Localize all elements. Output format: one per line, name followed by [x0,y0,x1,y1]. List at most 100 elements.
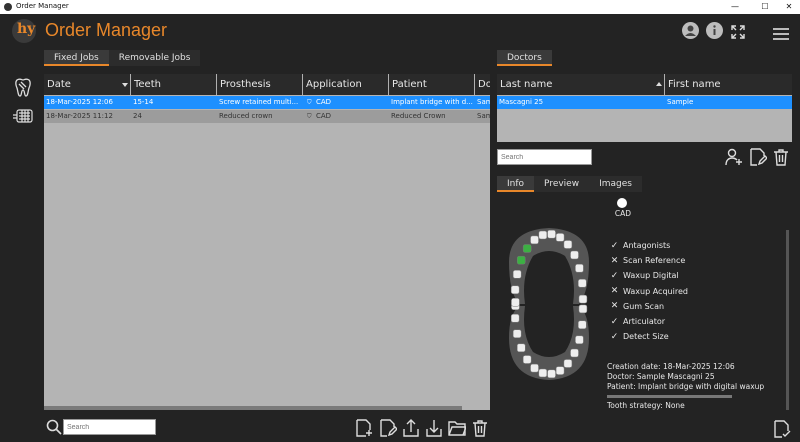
tab-doctors[interactable]: Doctors [497,50,552,66]
horizontal-scrollbar[interactable] [44,406,462,410]
tooth[interactable] [516,343,526,353]
new-job-button[interactable] [355,419,373,437]
search-icon [46,419,62,435]
doctors-tabs: Doctors [497,50,552,66]
tooth[interactable] [570,250,579,260]
user-profile-icon[interactable] [682,22,699,39]
tooth[interactable] [530,235,539,245]
tooth[interactable] [570,348,579,358]
tooth[interactable] [510,313,520,323]
tab-info[interactable]: Info [497,176,535,192]
info-icon[interactable] [706,22,723,39]
tab-preview[interactable]: Preview [534,176,590,192]
window-title: Order Manager [16,2,69,10]
doctor-search-input[interactable] [497,149,592,165]
tooth[interactable] [563,359,573,368]
checklist: ✓ Antagonists ✕ Scan Reference ✓ Waxup Digita… [608,238,688,344]
edit-job-button[interactable] [379,419,398,437]
tooth[interactable] [563,240,573,249]
column-header-prosthesis[interactable]: Prosthesis [217,74,303,95]
tooth[interactable] [578,320,587,330]
tooth[interactable] [522,355,532,364]
column-header-doctor[interactable]: Doc [475,74,490,95]
cad-label: CAD [614,209,632,218]
vertical-scrollbar[interactable] [786,230,789,410]
detail-tabs: Info Preview Images [497,176,642,192]
cross-icon: ✕ [610,286,619,297]
logo-text: hy [17,21,36,37]
import-icon[interactable] [425,419,443,437]
tooth[interactable] [578,304,588,314]
tab-fixed-jobs[interactable]: Fixed Jobs [44,50,109,66]
open-folder-icon[interactable] [448,419,468,437]
cell-last-name: Mascagni 25 [499,98,544,106]
app-logo: hy [12,19,36,43]
checklist-item: ✓ Detect Size [608,329,688,344]
info-scrollbar[interactable] [607,395,732,398]
tooth[interactable] [510,285,520,295]
checklist-label: Gum Scan [623,301,665,311]
export-icon[interactable] [402,419,420,437]
checklist-item: ✓ Articulator [608,314,688,329]
tooth[interactable] [511,298,520,307]
column-header-last-name[interactable]: Last name [497,74,665,95]
dental-chart[interactable] [503,226,595,382]
app-title: Order Manager [45,20,168,40]
cell-date: 18-Mar-2025 12:06 [46,98,113,106]
cross-icon: ✕ [610,255,619,266]
cell-application: CAD [316,98,332,106]
patient-info: Patient: Implant bridge with digital wax… [607,382,765,391]
column-header-first-name[interactable]: First name [665,74,792,95]
dental-arch-icon[interactable] [12,106,34,128]
finalize-document-icon[interactable] [773,420,791,438]
checklist-label: Scan Reference [623,256,686,266]
minimize-button[interactable]: — [722,0,748,14]
cross-icon: ✕ [610,301,619,312]
fullscreen-icon[interactable] [731,24,745,39]
tooth[interactable] [547,369,556,379]
tooth[interactable] [530,363,539,373]
creation-date: Creation date: 18-Mar-2025 12:06 [607,362,735,371]
close-button[interactable]: ✕ [776,0,800,14]
tooth[interactable] [547,229,556,239]
column-header-patient[interactable]: Patient [389,74,475,95]
column-header-application[interactable]: Application [303,74,389,95]
add-doctor-button[interactable] [725,148,743,166]
column-header-date[interactable]: Date [44,74,131,95]
tooth[interactable] [516,255,526,265]
job-search-input[interactable] [63,419,156,435]
delete-doctor-icon[interactable] [772,148,790,166]
tooth[interactable] [538,230,548,240]
app-small-logo-icon [4,3,12,11]
table-row[interactable]: 18-Mar-2025 12:06 15-14 Screw retained m… [44,96,490,109]
tooth[interactable] [555,366,565,375]
tooth[interactable] [578,278,587,288]
tooth[interactable] [575,335,584,345]
edit-doctor-button[interactable] [749,148,768,166]
tooth[interactable] [512,270,522,279]
cad-status-dot [617,198,627,208]
cell-patient: Implant bridge with d... [391,98,473,106]
sort-desc-icon [122,83,128,87]
tooth[interactable] [512,329,522,338]
hamburger-menu-icon[interactable] [773,25,789,40]
tooth[interactable] [522,244,532,253]
check-icon: ✓ [610,316,619,327]
tooth[interactable] [575,263,584,273]
column-header-teeth[interactable]: Teeth [131,74,217,95]
tooth-icon[interactable] [12,76,34,98]
tab-removable-jobs[interactable]: Removable Jobs [108,50,201,66]
delete-job-icon[interactable] [471,419,489,437]
maximize-button[interactable]: ☐ [752,0,778,14]
cell-prosthesis: Reduced crown [219,112,273,120]
tooth[interactable] [578,294,588,304]
tooth-strategy-info: Tooth strategy: None [607,401,685,410]
cell-doctor: Sam [477,112,490,120]
tooth[interactable] [555,233,565,242]
tab-images[interactable]: Images [589,176,642,192]
tooth[interactable] [538,368,548,378]
jobs-table: Date Teeth Prosthesis Application Patien… [44,74,490,410]
table-row[interactable]: 18-Mar-2025 11:12 24 Reduced crown ⛉ CAD… [44,110,490,123]
table-row[interactable]: Mascagni 25 Sample [497,96,792,109]
check-icon: ✓ [610,331,619,342]
